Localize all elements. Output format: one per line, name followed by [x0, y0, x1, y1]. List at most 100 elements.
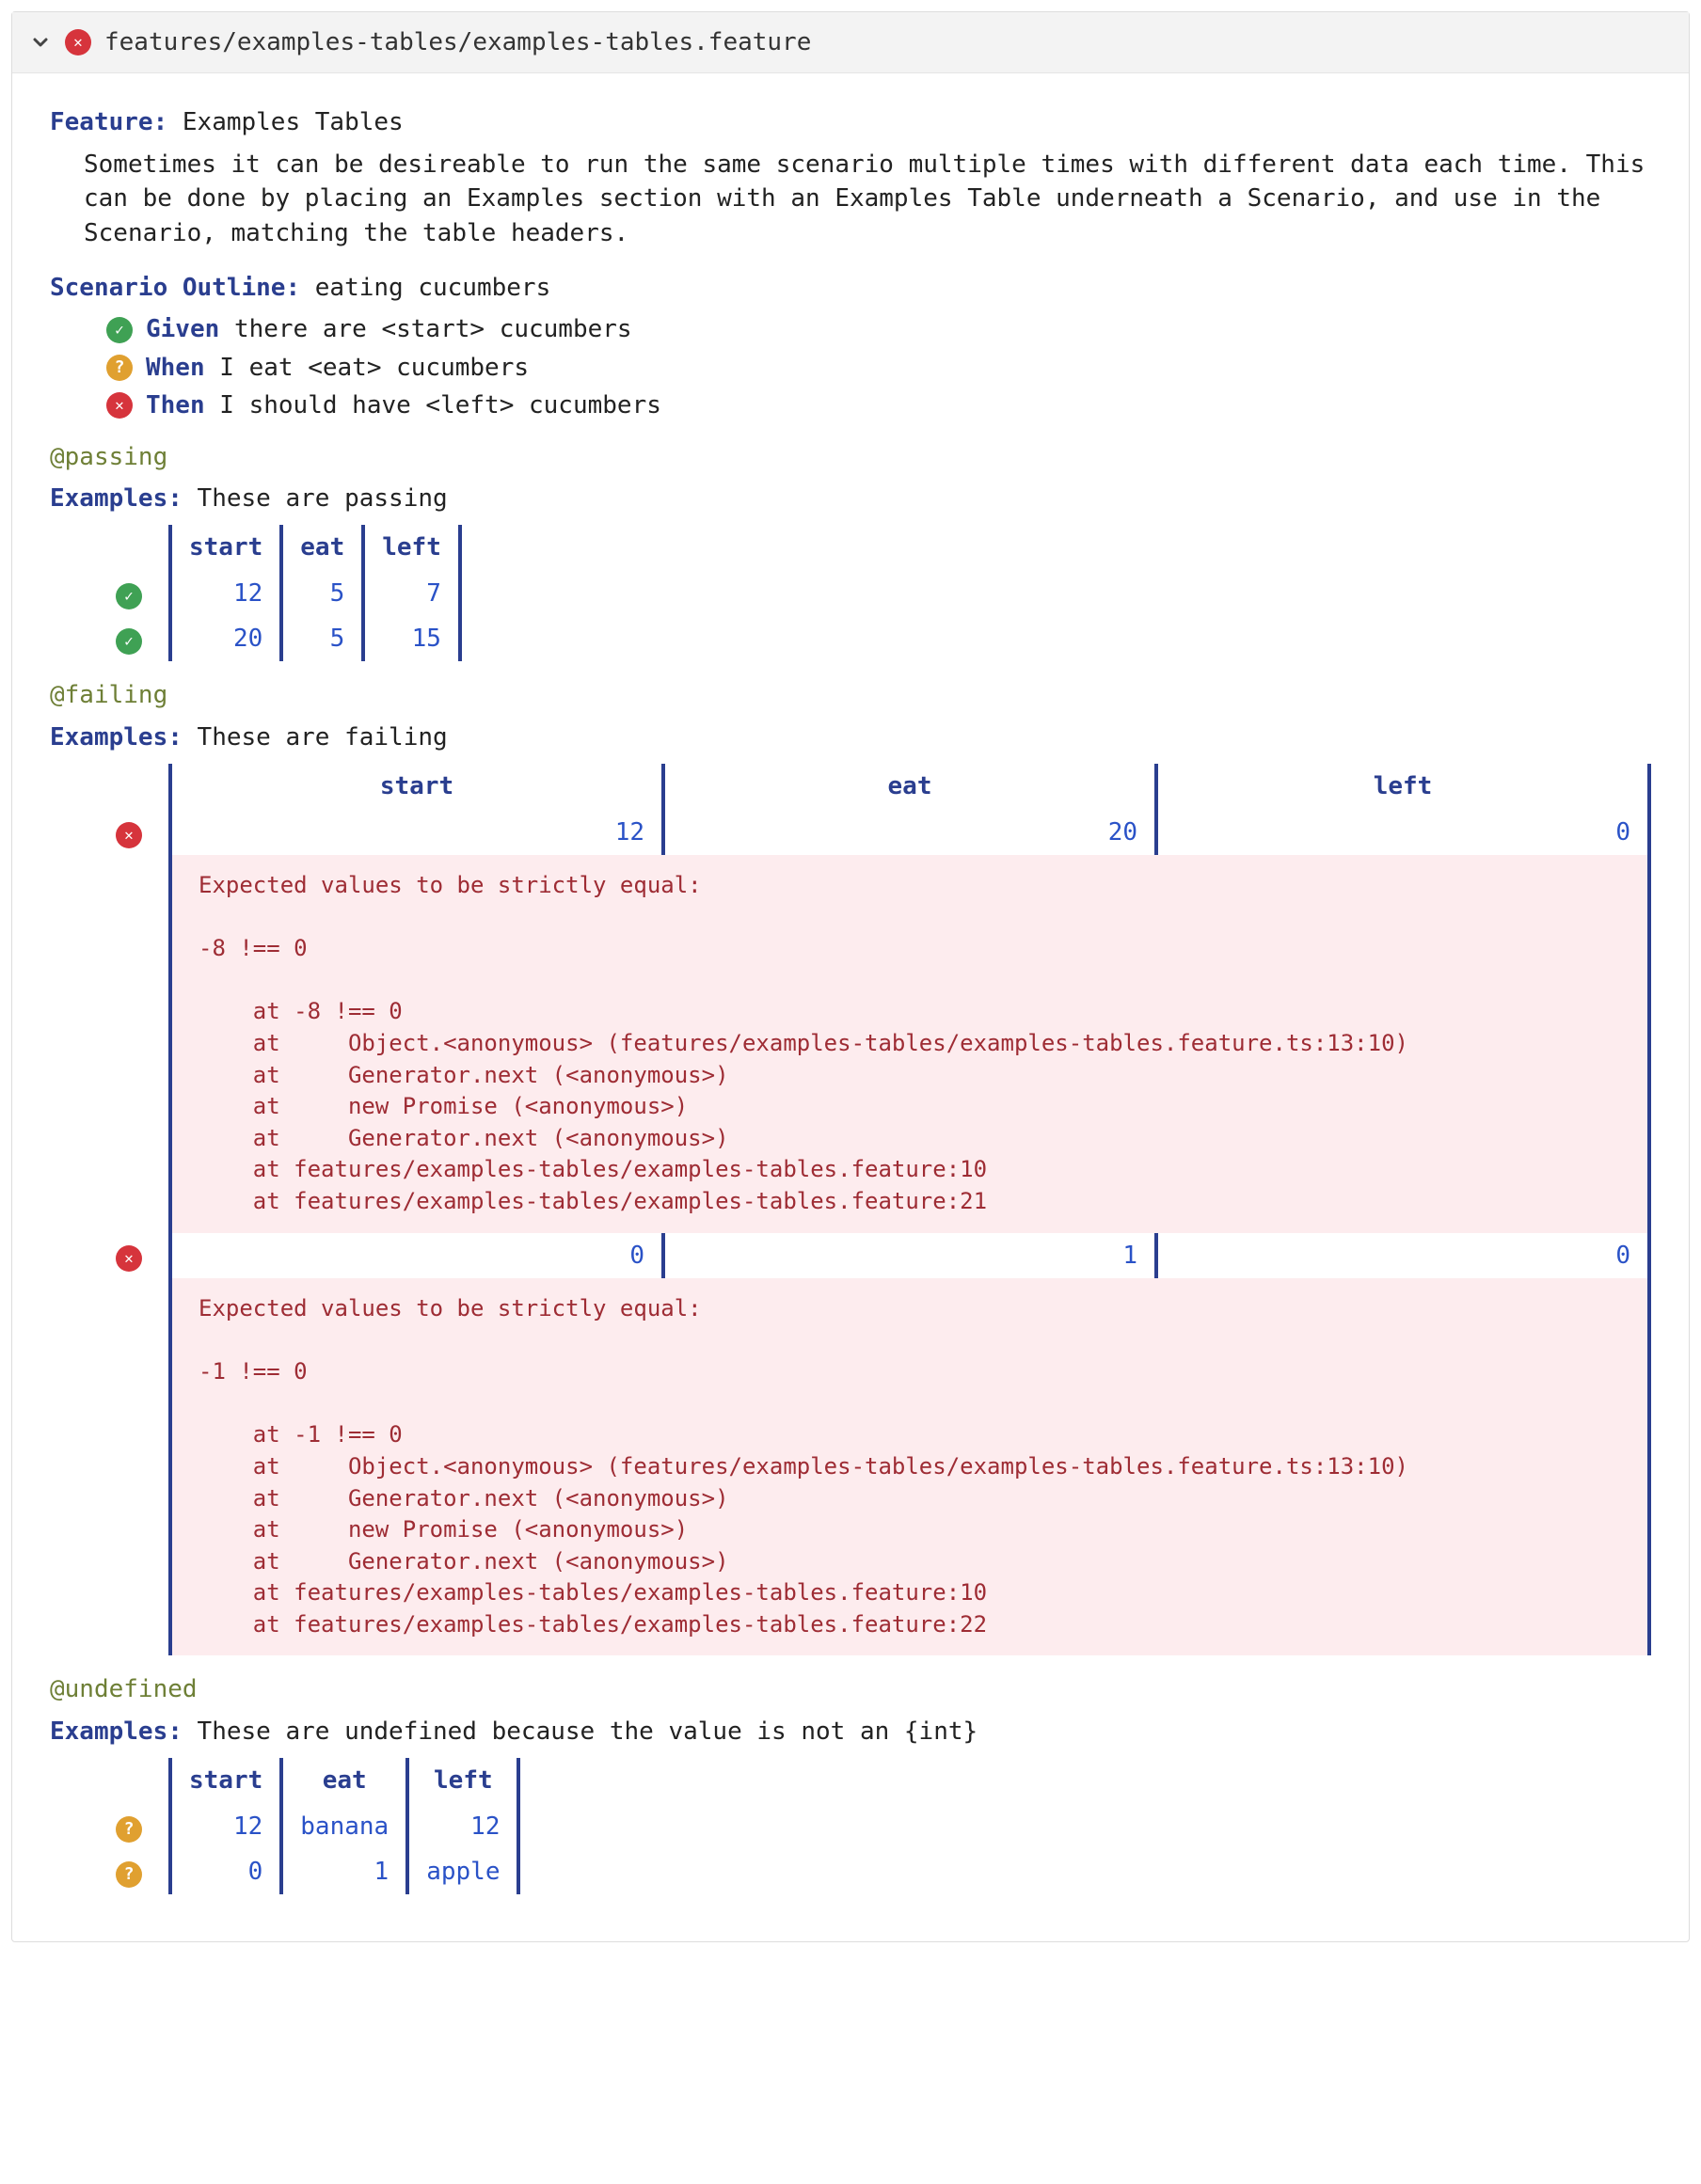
- fail-icon: [116, 1245, 142, 1272]
- table-row: 1257: [116, 571, 460, 616]
- scenario-heading: Scenario Outline: eating cucumbers: [50, 271, 1651, 305]
- status-cell-spacer: [116, 1758, 170, 1803]
- status-cell: [116, 810, 170, 855]
- table-cell: 1: [663, 1233, 1156, 1278]
- table-cell: banana: [281, 1804, 407, 1849]
- file-path: features/examples-tables/examples-tables…: [104, 25, 811, 59]
- feature-panel: features/examples-tables/examples-tables…: [11, 11, 1690, 1942]
- error-row: Expected values to be strictly equal: -8…: [116, 855, 1649, 1233]
- table-cell: 20: [170, 616, 281, 661]
- fail-icon: [106, 392, 133, 419]
- examples-heading: Examples: These are failing: [50, 720, 1651, 754]
- step-row: Given there are <start> cucumbers: [106, 312, 1651, 346]
- table-cell: 5: [281, 616, 363, 661]
- table-cell: 15: [363, 616, 460, 661]
- chevron-down-icon: [29, 31, 52, 54]
- feature-description: Sometimes it can be desireable to run th…: [84, 148, 1651, 250]
- status-cell: [116, 1233, 170, 1278]
- example-tag: @undefined: [50, 1672, 1651, 1706]
- step-text: I should have <left> cucumbers: [219, 391, 661, 419]
- examples-title: These are passing: [198, 484, 448, 513]
- table-cell: 1: [281, 1849, 407, 1894]
- step-row: When I eat <eat> cucumbers: [106, 351, 1651, 385]
- table-cell: 0: [170, 1233, 663, 1278]
- examples-table: starteatleft125720515: [116, 525, 462, 661]
- fail-icon: [65, 29, 91, 55]
- table-row: 010: [116, 1233, 1649, 1278]
- examples-keyword: Examples:: [50, 1717, 183, 1746]
- panel-header[interactable]: features/examples-tables/examples-tables…: [12, 12, 1689, 73]
- step-keyword: Given: [146, 315, 219, 343]
- feature-keyword: Feature:: [50, 108, 167, 136]
- table-cell: apple: [407, 1849, 518, 1894]
- step-text: there are <start> cucumbers: [234, 315, 632, 343]
- steps-list: Given there are <start> cucumbers When I …: [106, 312, 1651, 422]
- table-row: 12200: [116, 810, 1649, 855]
- pass-icon: [116, 628, 142, 655]
- table-cell: 0: [1156, 810, 1649, 855]
- step-text: I eat <eat> cucumbers: [219, 354, 529, 382]
- table-header-cell: left: [407, 1758, 518, 1803]
- examples-table: starteatleft12banana1201apple: [116, 1758, 520, 1894]
- error-row: Expected values to be strictly equal: -1…: [116, 1278, 1649, 1656]
- error-message: Expected values to be strictly equal: -1…: [172, 1278, 1647, 1656]
- example-tag: @failing: [50, 678, 1651, 712]
- status-cell-spacer: [116, 1278, 170, 1656]
- status-cell: [116, 1849, 170, 1894]
- fail-icon: [116, 822, 142, 848]
- table-header-cell: start: [170, 525, 281, 570]
- table-header-row: starteatleft: [116, 764, 1649, 809]
- examples-title: These are undefined because the value is…: [198, 1717, 978, 1746]
- example-tag: @passing: [50, 440, 1651, 474]
- table-cell: 12: [170, 1804, 281, 1849]
- panel-body: Feature: Examples Tables Sometimes it ca…: [12, 73, 1689, 1941]
- status-cell: [116, 1804, 170, 1849]
- scenario-title: eating cucumbers: [315, 274, 550, 302]
- table-cell: 0: [1156, 1233, 1649, 1278]
- table-header-cell: eat: [281, 1758, 407, 1803]
- table-cell: 20: [663, 810, 1156, 855]
- unknown-icon: [106, 355, 133, 381]
- step-keyword: Then: [146, 391, 205, 419]
- unknown-icon: [116, 1861, 142, 1888]
- table-header-cell: eat: [281, 525, 363, 570]
- status-cell-spacer: [116, 525, 170, 570]
- table-cell: 12: [170, 571, 281, 616]
- pass-icon: [106, 317, 133, 343]
- error-cell: Expected values to be strictly equal: -8…: [170, 855, 1649, 1233]
- table-row: 20515: [116, 616, 460, 661]
- pass-icon: [116, 583, 142, 609]
- table-header-cell: left: [1156, 764, 1649, 809]
- error-cell: Expected values to be strictly equal: -1…: [170, 1278, 1649, 1656]
- status-cell-spacer: [116, 764, 170, 809]
- unknown-icon: [116, 1816, 142, 1843]
- table-cell: 12: [407, 1804, 518, 1849]
- table-header-cell: left: [363, 525, 460, 570]
- table-cell: 7: [363, 571, 460, 616]
- error-message: Expected values to be strictly equal: -8…: [172, 855, 1647, 1233]
- table-header-cell: eat: [663, 764, 1156, 809]
- examples-title: These are failing: [198, 723, 448, 752]
- table-header-cell: start: [170, 1758, 281, 1803]
- examples-keyword: Examples:: [50, 723, 183, 752]
- table-header-cell: start: [170, 764, 663, 809]
- table-cell: 5: [281, 571, 363, 616]
- table-header-row: starteatleft: [116, 525, 460, 570]
- examples-heading: Examples: These are undefined because th…: [50, 1715, 1651, 1749]
- examples-keyword: Examples:: [50, 484, 183, 513]
- feature-heading: Feature: Examples Tables: [50, 105, 1651, 139]
- table-cell: 0: [170, 1849, 281, 1894]
- examples-table: starteatleft12200Expected values to be s…: [116, 764, 1651, 1655]
- table-row: 12banana12: [116, 1804, 518, 1849]
- table-header-row: starteatleft: [116, 1758, 518, 1803]
- status-cell: [116, 616, 170, 661]
- table-cell: 12: [170, 810, 663, 855]
- scenario-keyword: Scenario Outline:: [50, 274, 300, 302]
- table-row: 01apple: [116, 1849, 518, 1894]
- step-row: Then I should have <left> cucumbers: [106, 388, 1651, 422]
- feature-title: Examples Tables: [183, 108, 404, 136]
- status-cell-spacer: [116, 855, 170, 1233]
- examples-heading: Examples: These are passing: [50, 482, 1651, 515]
- step-keyword: When: [146, 354, 205, 382]
- status-cell: [116, 571, 170, 616]
